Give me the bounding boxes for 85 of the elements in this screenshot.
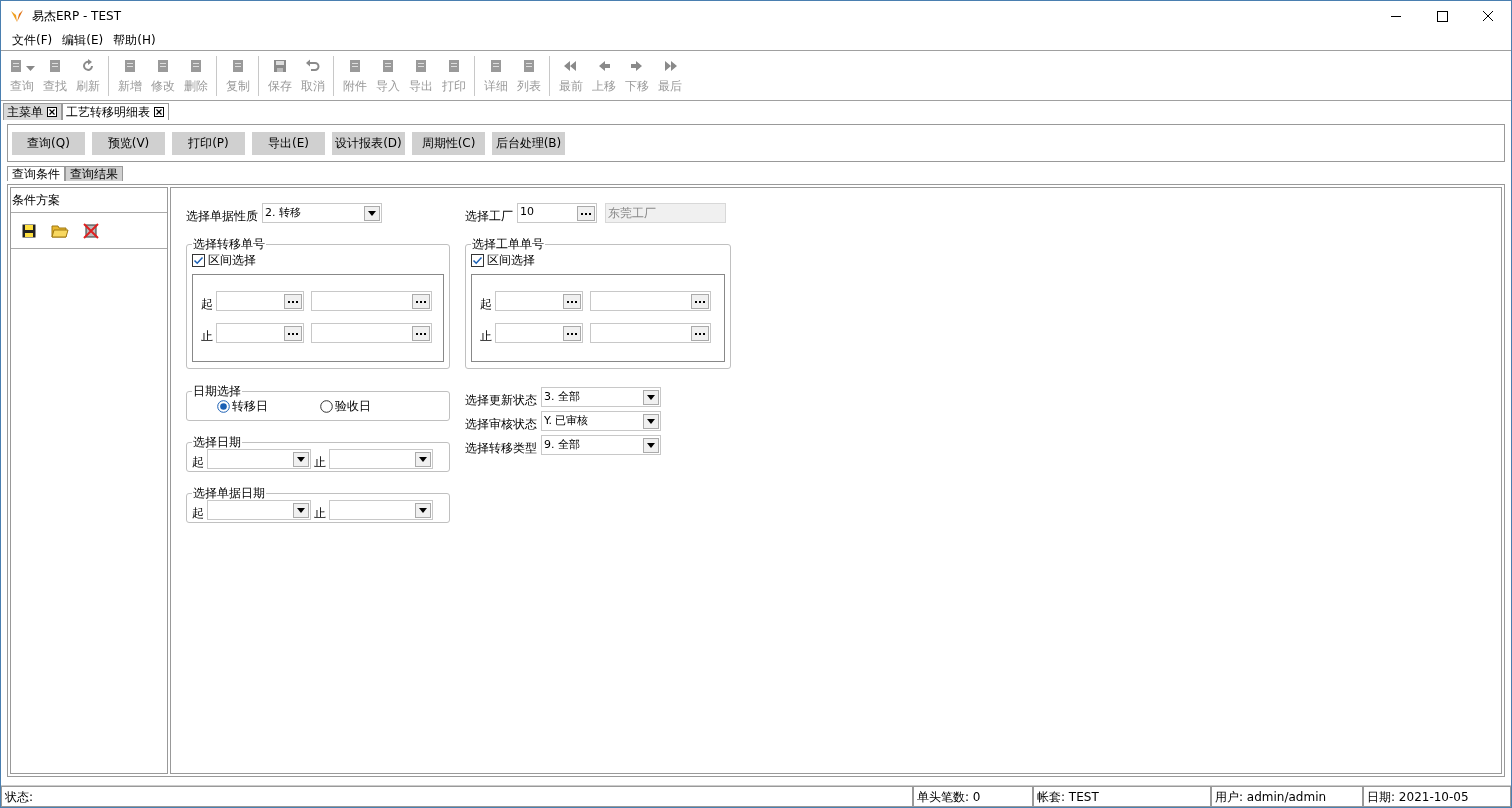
action-button[interactable]: 查询(Q): [12, 131, 85, 155]
group-title: 选择单据日期: [192, 487, 266, 500]
more-icon[interactable]: [284, 293, 302, 309]
field-label: 止: [314, 506, 326, 520]
radio-option[interactable]: 转移日: [217, 398, 268, 415]
tab[interactable]: 查询条件: [7, 166, 65, 181]
document-tab[interactable]: 工艺转移明细表: [62, 103, 169, 120]
more-icon[interactable]: [412, 293, 430, 309]
field-label: 起: [480, 297, 492, 311]
document-tab[interactable]: 主菜单: [3, 103, 62, 120]
tab-label[interactable]: 主菜单: [7, 103, 43, 121]
more-icon[interactable]: [563, 293, 581, 309]
radio-icon[interactable]: [217, 400, 230, 413]
lookup-field[interactable]: [216, 291, 304, 311]
dropdown-field[interactable]: 2. 转移: [262, 203, 382, 223]
status-cell: 单头笔数: 0: [913, 786, 1033, 807]
action-button[interactable]: 周期性(C): [412, 131, 485, 155]
status-cell: 日期: 2021-10-05: [1363, 786, 1511, 807]
radio-icon[interactable]: [320, 400, 333, 413]
lookup-field[interactable]: [495, 323, 583, 343]
dropdown-field[interactable]: [329, 449, 433, 469]
radio-option[interactable]: 验收日: [320, 398, 371, 415]
lookup-field[interactable]: 10: [517, 203, 597, 223]
dropdown-field[interactable]: [207, 449, 311, 469]
dropdown-field[interactable]: 3. 全部: [541, 387, 661, 407]
field-label: 起: [201, 297, 213, 311]
field-label: 止: [480, 329, 492, 343]
status-cell: 帐套: TEST: [1033, 786, 1211, 807]
field-label: 起: [192, 506, 204, 520]
field-label: 止: [314, 455, 326, 469]
checkbox-icon[interactable]: [471, 253, 484, 267]
field-label: 选择单据性质: [186, 207, 258, 225]
field-label: 止: [201, 329, 213, 343]
save-icon[interactable]: [21, 222, 37, 239]
checkbox-icon[interactable]: [192, 253, 205, 267]
action-button[interactable]: 预览(V): [92, 131, 165, 155]
tab-label[interactable]: 工艺转移明细表: [66, 103, 150, 121]
undo-icon: [304, 57, 321, 74]
action-button[interactable]: 设计报表(D): [332, 131, 405, 155]
menu-item[interactable]: 文件(F): [12, 32, 53, 49]
field-label: 选择工厂: [465, 207, 513, 225]
lookup-field[interactable]: [311, 323, 432, 343]
more-icon[interactable]: [691, 325, 709, 341]
dropdown-field[interactable]: [207, 500, 311, 520]
close-icon[interactable]: [47, 107, 57, 117]
field-label: 选择审核状态: [465, 415, 537, 433]
field-label: 选择转移类型: [465, 439, 537, 457]
dropdown-field[interactable]: 9. 全部: [541, 435, 661, 455]
lookup-field[interactable]: [590, 323, 711, 343]
more-icon[interactable]: [691, 293, 709, 309]
save-icon: [271, 57, 288, 74]
document-icon: [8, 57, 24, 74]
folder-icon[interactable]: [51, 222, 69, 239]
status-cell: 用户: admin/admin: [1211, 786, 1363, 807]
status-cell: 状态:: [1, 786, 913, 807]
tab[interactable]: 查询结果: [65, 166, 123, 181]
more-icon[interactable]: [563, 325, 581, 341]
delete-icon[interactable]: [83, 222, 99, 239]
action-button[interactable]: 导出(E): [252, 131, 325, 155]
app-logo-icon: [10, 9, 24, 23]
range-checkbox[interactable]: 区间选择: [192, 251, 444, 269]
lookup-field[interactable]: [590, 291, 711, 311]
panel-title: 条件方案: [11, 188, 167, 213]
lookup-field[interactable]: [495, 291, 583, 311]
dropdown-field[interactable]: Y. 已审核: [541, 411, 661, 431]
group-title: 选择转移单号: [192, 238, 266, 251]
more-icon[interactable]: [412, 325, 430, 341]
action-button[interactable]: 打印(P): [172, 131, 245, 155]
dropdown-field[interactable]: [329, 500, 433, 520]
menu-item[interactable]: 编辑(E): [62, 32, 104, 49]
field-label: 起: [192, 455, 204, 469]
menu-item[interactable]: 帮助(H): [113, 32, 156, 49]
lookup-field[interactable]: [311, 291, 432, 311]
lookup-field[interactable]: [216, 323, 304, 343]
factory-name-field: 东莞工厂: [605, 203, 726, 223]
group-title: 日期选择: [192, 385, 242, 398]
window-title: 易杰ERP - TEST: [32, 7, 121, 25]
more-icon[interactable]: [577, 205, 595, 221]
range-checkbox[interactable]: 区间选择: [471, 251, 725, 269]
action-button[interactable]: 后台处理(B): [492, 131, 565, 155]
more-icon[interactable]: [284, 325, 302, 341]
close-icon[interactable]: [154, 107, 164, 117]
group-title: 选择工单单号: [471, 238, 545, 251]
field-label: 选择更新状态: [465, 391, 537, 409]
group-title: 选择日期: [192, 436, 242, 449]
